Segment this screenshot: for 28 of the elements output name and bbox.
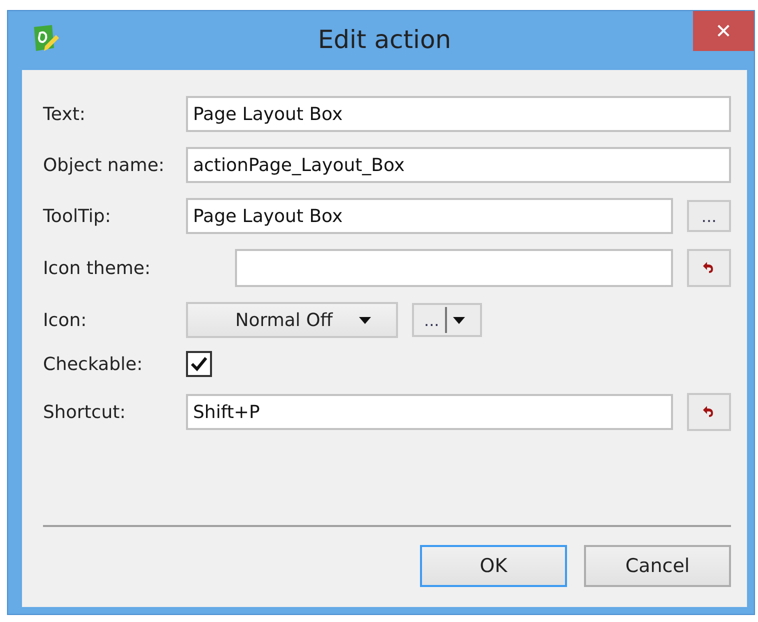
browse-button[interactable]: ... <box>687 200 731 232</box>
field-label: Icon theme: <box>43 258 152 278</box>
text-field[interactable]: Page Layout Box <box>186 198 673 234</box>
field-label: Text: <box>43 104 86 124</box>
undo-arrow-icon <box>703 406 715 418</box>
cancel-button[interactable]: Cancel <box>584 545 731 587</box>
field-label: ToolTip: <box>43 206 112 226</box>
field-label: Checkable: <box>43 354 144 374</box>
reset-button[interactable] <box>687 393 731 431</box>
qt-logo-icon <box>32 24 60 54</box>
caret-icon <box>358 316 371 324</box>
close-button[interactable]: ✕ <box>693 11 754 51</box>
checkbox[interactable] <box>186 351 212 377</box>
field-label: Shortcut: <box>43 402 127 422</box>
field-label: Icon: <box>43 310 88 330</box>
text-field[interactable]: Shift+P <box>186 394 673 430</box>
field-label: Object name: <box>43 154 166 176</box>
icon-menu-button[interactable]: ... <box>412 303 482 337</box>
caret-icon <box>453 316 466 324</box>
reset-button[interactable] <box>687 249 731 287</box>
text-field[interactable]: Page Layout Box <box>186 96 731 132</box>
icon-mode-dropdown[interactable]: Normal Off <box>186 302 398 338</box>
checkmark-icon <box>190 356 208 372</box>
text-field[interactable]: actionPage_Layout_Box <box>186 147 731 183</box>
text-field[interactable] <box>235 249 673 287</box>
ok-button[interactable]: OK <box>420 545 567 587</box>
undo-arrow-icon <box>703 262 715 274</box>
window-title: Edit action <box>316 25 452 54</box>
